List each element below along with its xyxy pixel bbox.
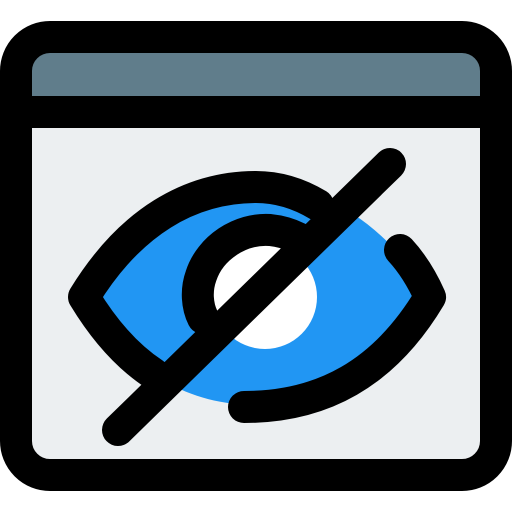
icon-canvas [0, 0, 512, 512]
browser-hidden-eye-icon [0, 21, 512, 491]
